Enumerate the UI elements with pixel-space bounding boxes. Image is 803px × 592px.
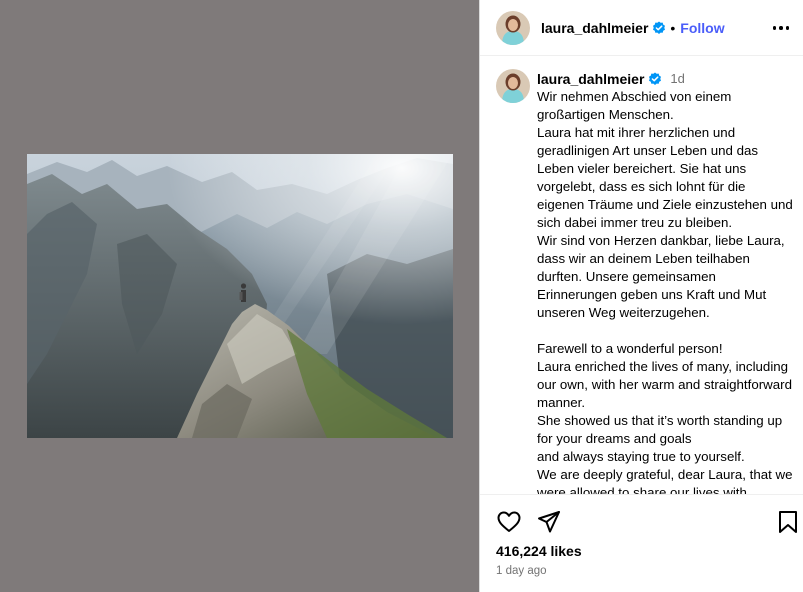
caption-area[interactable]: laura_dahlmeier 1d Wir nehmen Abschied v…: [480, 57, 803, 494]
caption-avatar[interactable]: [496, 69, 530, 103]
more-options-icon[interactable]: [770, 17, 792, 39]
likes-count[interactable]: 416,224 likes: [496, 543, 582, 559]
post-timestamp[interactable]: 1 day ago: [496, 565, 547, 577]
heart-icon[interactable]: [496, 509, 522, 535]
post-side-panel: laura_dahlmeier • Follow laura_dahlmeier: [479, 0, 803, 592]
caption-body: laura_dahlmeier 1d Wir nehmen Abschied v…: [537, 70, 793, 494]
avatar-image: [496, 69, 530, 103]
verified-badge-icon: [649, 72, 662, 85]
header-separator: •: [670, 19, 676, 36]
mountain-photo-image: [27, 154, 453, 438]
follow-button[interactable]: Follow: [680, 20, 724, 36]
bookmark-icon[interactable]: [775, 509, 801, 535]
caption-head: laura_dahlmeier 1d: [537, 70, 793, 88]
actions-bar: 416,224 likes 1 day ago: [480, 494, 803, 592]
profile-avatar[interactable]: [496, 10, 530, 45]
caption-text: Wir nehmen Abschied von einem großartige…: [537, 89, 793, 494]
header-username[interactable]: laura_dahlmeier: [541, 20, 648, 36]
caption-username[interactable]: laura_dahlmeier: [537, 70, 644, 88]
post-header: laura_dahlmeier • Follow: [480, 0, 803, 56]
caption-timestamp[interactable]: 1d: [670, 70, 684, 88]
avatar-image: [496, 10, 530, 45]
post-photo[interactable]: [27, 154, 453, 438]
verified-badge-icon: [653, 21, 666, 34]
media-panel: [0, 0, 479, 592]
paper-plane-icon[interactable]: [536, 509, 562, 535]
